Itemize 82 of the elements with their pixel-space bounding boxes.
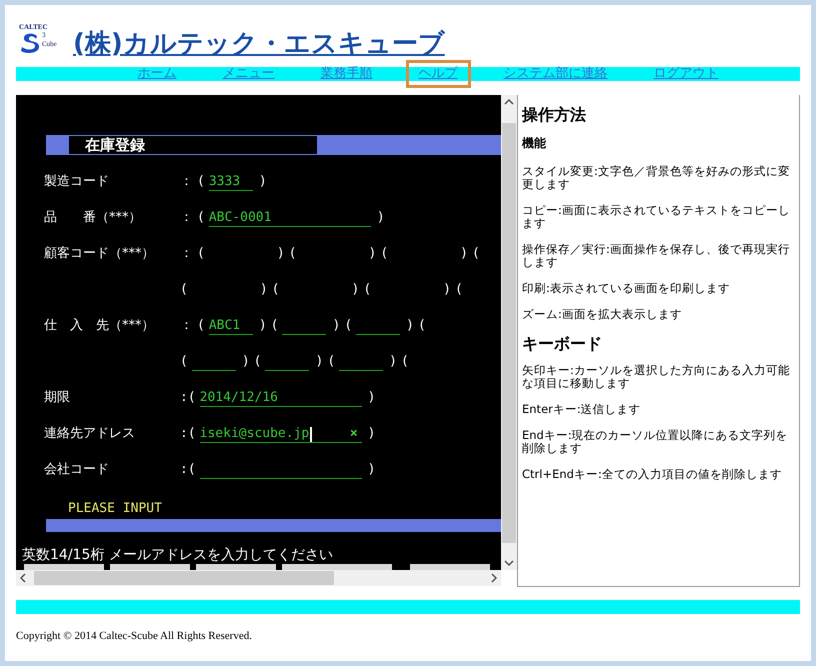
bracket-text: ) [443,280,451,298]
bracket-text: ( [270,316,278,334]
bracket-text: ： [180,316,193,334]
bracket-text: :( [180,460,196,478]
help-paragraph: Endキー:現在のカーソル位置以降にある文字列を削除します [522,429,789,455]
bracket-text: ) [260,280,268,298]
bracket-text: ( [288,244,296,262]
bracket-text: ( [272,280,280,298]
help-paragraph: Enterキー:送信します [522,403,642,416]
input-field[interactable]: ABC1 [208,317,253,335]
help-paragraph: スタイル変更:文字色／背景色等を好みの形式に変更します [522,165,791,191]
field-label: 品 番（***） [44,210,142,224]
bracket-text: ) [368,424,376,442]
bracket-text: ( [472,244,480,262]
help-heading: キーボード [522,334,603,354]
bracket-text: ) [376,208,385,226]
bracket-text: ( [363,280,372,298]
bracket-text: ： [180,244,193,262]
bracket-text: ) [368,244,376,262]
bracket-text: ( [327,352,336,370]
help-paragraph: 矢印キー:カーソルを選択した方向にある入力可能な項目に移動します [522,364,791,390]
help-paragraph: 操作保存／実行:画面操作を保存し、後で再現実行します [522,243,791,269]
field-label: 会社コード [44,462,109,476]
field-label: 製造コード [44,174,109,188]
help-paragraph: Ctrl+Endキー:全ての入力項目の値を削除します [522,468,783,481]
chevron-left-icon[interactable] [20,573,26,583]
field-label: 顧客コード（***） [44,246,154,260]
chevron-down-icon[interactable] [504,560,514,566]
s-logo-icon [19,31,41,53]
bracket-text: ( [180,352,188,370]
help-paragraph: コピー:画面に表示されているテキストをコピーします [522,204,791,230]
field-label: 期限 [44,390,70,404]
scrollbar-thumb[interactable] [34,571,334,585]
bracket-text: ( [197,208,205,226]
site-title-link[interactable]: (株)カルテック・エスキューブ [73,29,445,59]
prompt-text: PLEASE INPUT [68,501,163,517]
help-heading: 操作方法 [522,105,587,125]
bracket-text: ) [460,244,468,262]
text-cursor [310,427,312,442]
message-text: 英数14/15桁 メールアドレスを入力してください [22,546,334,564]
bracket-text: :( [180,388,196,406]
bracket-text: ( [380,244,388,262]
help-paragraph: 印刷:表示されている画面を印刷します [522,282,731,295]
bracket-text: ) [315,352,324,370]
scrollbar-thumb[interactable] [502,122,516,542]
bracket-text: ( [254,352,262,370]
chevron-up-icon[interactable] [504,99,514,105]
help-paragraph: ズーム:画面を拡大表示します [522,308,683,321]
clear-mark[interactable]: × [350,426,362,442]
horizontal-scrollbar[interactable] [16,570,501,586]
input-field[interactable]: iseki@scube.jp × [200,425,362,443]
bracket-text: ( [418,316,426,334]
chevron-right-icon[interactable] [491,573,497,583]
bracket-text: :( [180,424,196,442]
screen-title: 在庫登録 [84,136,146,154]
bracket-text: ( [197,244,205,262]
copyright-text: Copyright © 2014 Caltec-Scube All Rights Reserved. [16,629,253,644]
bracket-text: ( [400,352,409,370]
vertical-scrollbar[interactable] [501,95,517,570]
bracket-text: ) [332,316,340,334]
bracket-text: ： [180,172,193,190]
field-label: 連絡先アドレス [44,426,135,440]
bracket-text: ( [197,316,205,334]
input-field[interactable]: 2014/12/16 [200,389,362,407]
bracket-text: ) [258,172,267,190]
bracket-text: ) [242,352,250,370]
bracket-text: ) [258,316,267,334]
bracket-text: ) [406,316,414,334]
input-field[interactable]: ABC-0001 [208,209,371,227]
bracket-text: ： [180,208,193,226]
bracket-text: ) [389,352,397,370]
bracket-text: ) [368,388,376,406]
field-label: 仕 入 先（***） [44,318,154,332]
bracket-text: ) [368,460,376,478]
bracket-text: ) [276,244,285,262]
bracket-text: ( [197,172,205,190]
bracket-text: ( [180,280,188,298]
bracket-text: ( [344,316,352,334]
input-field[interactable]: 3333 [208,173,253,191]
bracket-text: ( [454,280,463,298]
bracket-text: ) [351,280,360,298]
help-subheading: 機能 [522,135,547,151]
